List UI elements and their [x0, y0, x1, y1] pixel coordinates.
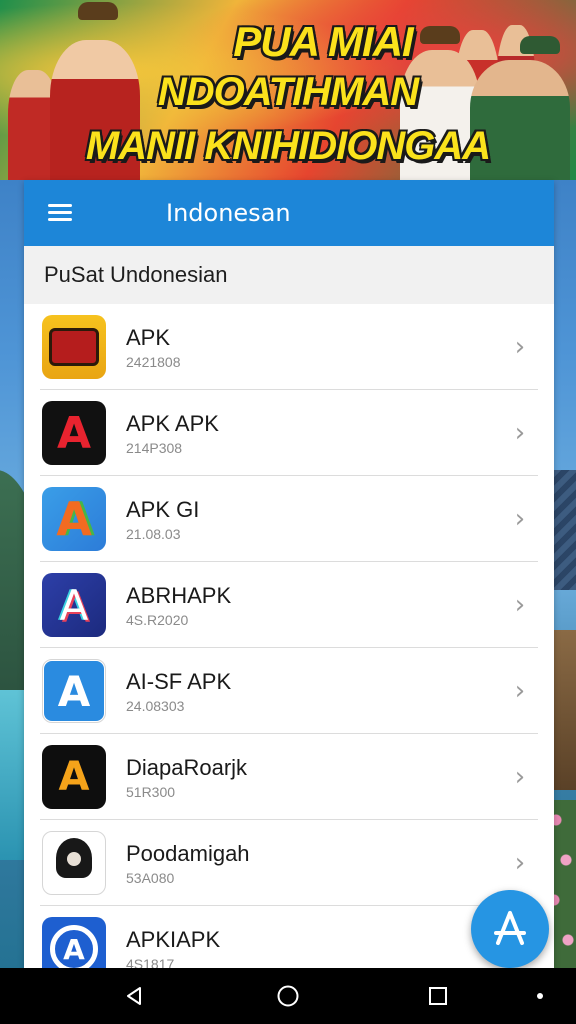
- promo-banner: PUA MIAI NDOATIHMAN MANII KNIHIDIONGAA: [0, 0, 576, 180]
- red-a-logo-icon: A: [42, 401, 106, 465]
- hooded-figure-icon: [42, 831, 106, 895]
- system-nav-bar: [0, 968, 576, 1024]
- home-button[interactable]: [258, 968, 318, 1024]
- list-item[interactable]: A DiapaRoarjk 51R300 ›: [24, 734, 554, 820]
- chevron-right-icon: ›: [514, 332, 526, 362]
- app-meta: 2421808: [126, 354, 181, 370]
- list-item[interactable]: A APK APK 214P308 ›: [24, 390, 554, 476]
- chevron-right-icon: ›: [514, 762, 526, 792]
- chevron-right-icon: ›: [514, 676, 526, 706]
- app-meta: 4S1817: [126, 956, 175, 968]
- app-name: AI-SF APK: [126, 669, 232, 694]
- chevron-right-icon: ›: [514, 418, 526, 448]
- app-store-icon: [494, 911, 526, 945]
- nav-extra-button[interactable]: [510, 968, 570, 1024]
- app-meta: 21.08.03: [126, 526, 181, 542]
- chevron-right-icon: ›: [514, 848, 526, 878]
- list-item[interactable]: A ABRHAPK 4S.R2020 ›: [24, 562, 554, 648]
- banner-headline-line2: NDOATIHMAN: [157, 70, 419, 114]
- app-name: Poodamigah: [126, 841, 250, 866]
- app-bar-title: Indonesan: [166, 199, 291, 227]
- colorful-a-logo-icon: A: [42, 487, 106, 551]
- app-name: DiapaRoarjk: [126, 755, 248, 780]
- list-item[interactable]: A APK GI 21.08.03 ›: [24, 476, 554, 562]
- chevron-right-icon: ›: [514, 590, 526, 620]
- app-name: APK GI: [126, 497, 200, 522]
- recents-button[interactable]: [408, 968, 468, 1024]
- app-meta: 24.08303: [126, 698, 185, 714]
- circle-a-logo-icon: A: [42, 917, 106, 968]
- app-name: APK: [126, 325, 171, 350]
- app-bar: Indonesan: [24, 180, 554, 246]
- gradient-a-logo-icon: A: [42, 573, 106, 637]
- app-meta: 51R300: [126, 784, 176, 800]
- banner-headline-line1: PUA MIAI: [233, 18, 413, 65]
- app-meta: 4S.R2020: [126, 612, 189, 628]
- app-name: ABRHAPK: [126, 583, 232, 608]
- app-store-fab-button[interactable]: [471, 890, 549, 968]
- list-item[interactable]: A AI-SF APK 24.08303 ›: [24, 648, 554, 734]
- app-name: APKIAPK: [126, 927, 221, 952]
- banner-headline-line3: MANII KNIHIDIONGAA: [85, 124, 491, 168]
- list-item[interactable]: Poodamigah 53A080 ›: [24, 820, 554, 906]
- app-window: Indonesan PuSat Undonesian APK 2421808 ›…: [24, 180, 554, 968]
- dot-icon: [537, 993, 543, 999]
- orange-a-logo-icon: A: [42, 745, 106, 809]
- app-meta: 214P308: [126, 440, 183, 456]
- section-title: PuSat Undonesian: [24, 246, 554, 304]
- screen: PUA MIAI NDOATIHMAN MANII KNIHIDIONGAA I…: [0, 0, 576, 1024]
- blue-a-tile-icon: A: [42, 659, 106, 723]
- back-button[interactable]: [104, 968, 164, 1024]
- recents-square-icon: [429, 987, 447, 1005]
- app-name: APK APK: [126, 411, 219, 436]
- home-circle-icon: [277, 985, 299, 1007]
- app-list: APK 2421808 › A APK APK 214P308 › A APK …: [24, 304, 554, 968]
- menu-button[interactable]: [24, 180, 96, 246]
- list-item[interactable]: APK 2421808 ›: [24, 304, 554, 390]
- game-badge-icon: [42, 315, 106, 379]
- chevron-right-icon: ›: [514, 504, 526, 534]
- back-triangle-icon: [127, 987, 141, 1005]
- hamburger-menu-icon: [48, 204, 72, 222]
- app-meta: 53A080: [126, 870, 175, 886]
